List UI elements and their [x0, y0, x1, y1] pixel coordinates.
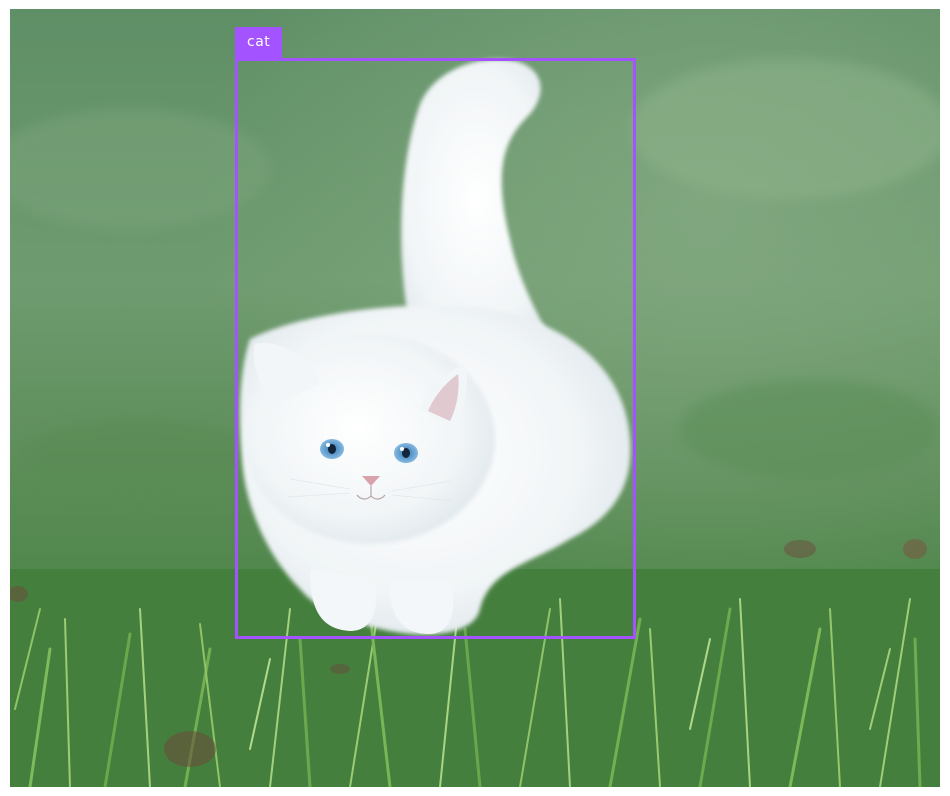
kitten-photo [10, 9, 940, 787]
kitten-photo-illustration [10, 9, 940, 787]
detection-label-cat: cat [235, 27, 283, 58]
detection-canvas: cat [0, 0, 950, 796]
